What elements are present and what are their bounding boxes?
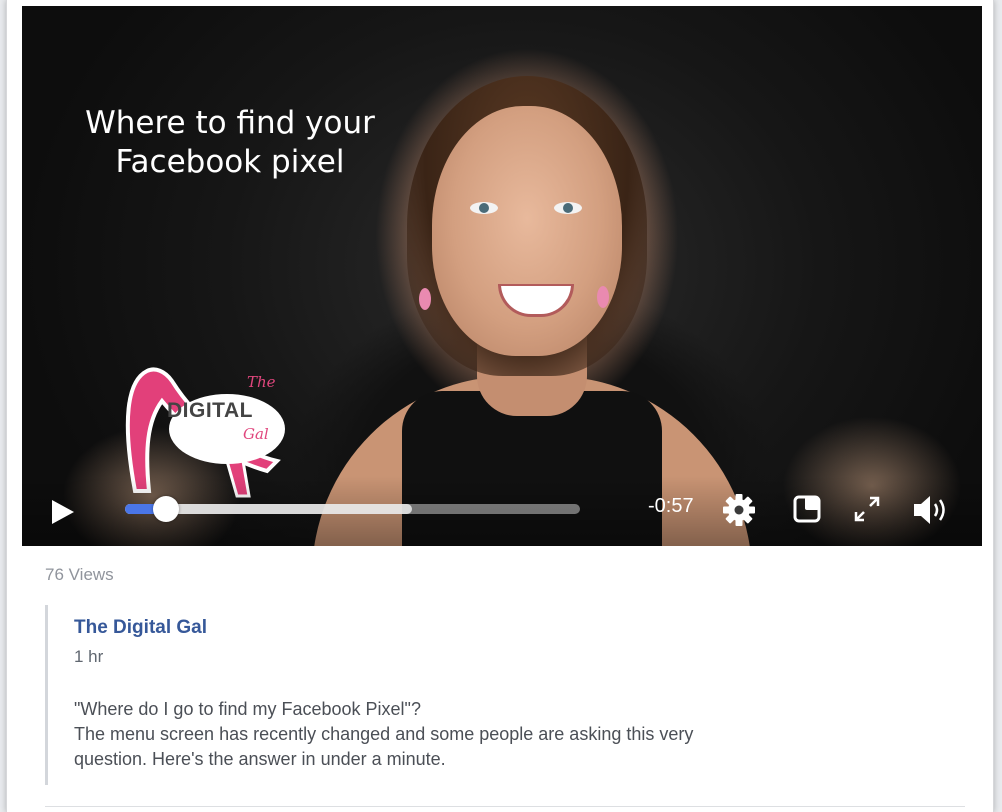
overlay-title-line-1: Where to find your <box>85 105 375 141</box>
logo-text-the: The <box>247 373 276 391</box>
time-remaining: -0:57 <box>648 495 694 517</box>
video-controls-bar: -0:57 <box>22 476 982 546</box>
earring-right <box>597 286 609 308</box>
card-divider <box>45 806 965 807</box>
view-count: 76 Views <box>45 565 114 584</box>
description-line-2: The menu screen has recently changed and… <box>74 724 694 744</box>
presenter-face <box>432 106 622 356</box>
presenter-eye-right <box>554 202 582 214</box>
presenter-smile <box>498 284 574 317</box>
author-link[interactable]: The Digital Gal <box>74 617 207 639</box>
fullscreen-icon[interactable] <box>852 494 882 524</box>
post-timestamp[interactable]: 1 hr <box>74 647 103 667</box>
post-description: "Where do I go to find my Facebook Pixel… <box>74 697 954 772</box>
presenter-eye-left <box>470 202 498 214</box>
shared-post-quote: The Digital Gal 1 hr "Where do I go to f… <box>45 605 968 785</box>
description-line-1: "Where do I go to find my Facebook Pixel… <box>74 699 421 719</box>
logo-text-gal: Gal <box>243 425 269 443</box>
description-line-3: question. Here's the answer in under a m… <box>74 749 446 769</box>
logo-text-digital: DIGITAL <box>167 399 253 422</box>
video-player[interactable]: Where to find your Facebook pixel The DI… <box>22 6 982 546</box>
video-post-card: Where to find your Facebook pixel The DI… <box>6 0 994 812</box>
gear-icon[interactable] <box>722 493 756 527</box>
earring-left <box>419 288 431 310</box>
overlay-title-line-2: Facebook pixel <box>115 144 345 180</box>
video-overlay-title: Where to find your Facebook pixel <box>60 104 400 182</box>
picture-in-picture-icon[interactable] <box>792 494 822 524</box>
volume-icon[interactable] <box>912 493 952 527</box>
play-icon[interactable] <box>52 500 74 524</box>
progress-scrubber-handle[interactable] <box>152 496 179 522</box>
progress-track[interactable] <box>125 496 580 522</box>
